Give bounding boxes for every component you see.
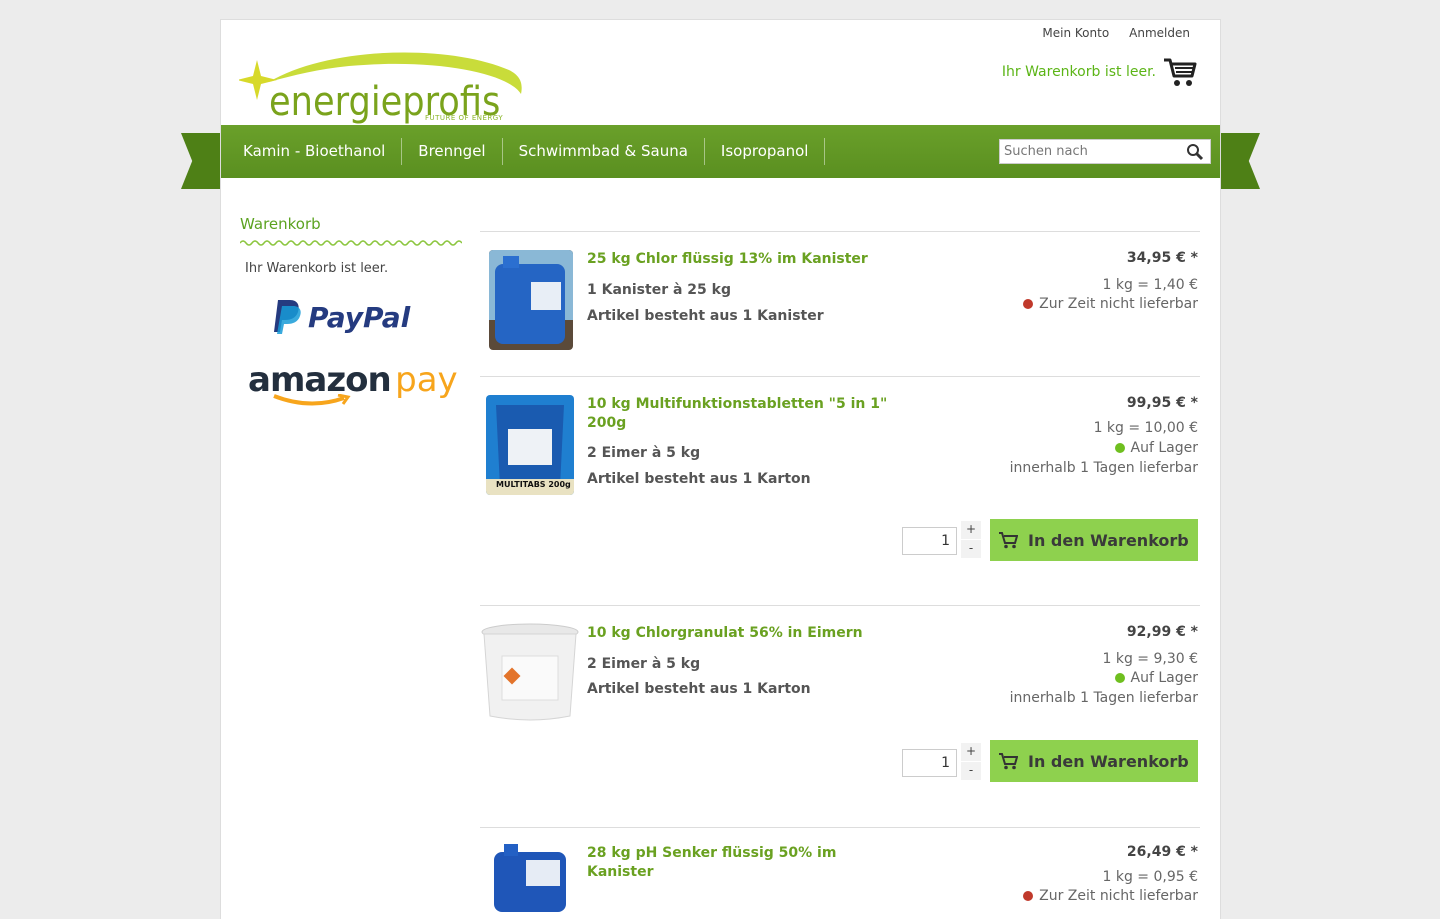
cart-status-text: Ihr Warenkorb ist leer. bbox=[1001, 64, 1156, 80]
product-row: 25 kg Chlor flüssig 13% im Kanister 1 Ka… bbox=[480, 231, 1200, 376]
nav-item-brenngel[interactable]: Brenngel bbox=[402, 138, 503, 165]
canister-icon bbox=[489, 250, 573, 344]
product-price: 26,49 € * bbox=[1126, 844, 1198, 860]
add-to-cart-button[interactable]: In den Warenkorb bbox=[990, 740, 1198, 782]
product-name[interactable]: 10 kg Chlorgranulat 56% in Eimern bbox=[587, 624, 897, 643]
nav-item-isopropanol[interactable]: Isopropanol bbox=[705, 138, 826, 165]
add-to-cart-label: In den Warenkorb bbox=[1028, 530, 1189, 550]
quantity-decrease-button[interactable]: - bbox=[961, 762, 981, 780]
quantity-input[interactable] bbox=[902, 527, 957, 555]
quantity-increase-button[interactable]: + bbox=[961, 521, 981, 539]
search-icon[interactable] bbox=[1186, 143, 1204, 161]
my-account-link[interactable]: Mein Konto bbox=[1042, 26, 1109, 40]
product-row: 10 kg Chlorgranulat 56% in Eimern 2 Eime… bbox=[480, 605, 1200, 827]
availability-text: Zur Zeit nicht lieferbar bbox=[1039, 888, 1198, 904]
product-name[interactable]: 25 kg Chlor flüssig 13% im Kanister bbox=[587, 250, 897, 269]
product-price: 92,99 € * bbox=[1126, 624, 1198, 640]
amazon-smile-icon bbox=[273, 394, 351, 406]
main-navigation: Kamin - Bioethanol Brenngel Schwimmbad &… bbox=[221, 125, 1220, 178]
search-box bbox=[999, 139, 1211, 164]
canister-icon bbox=[490, 842, 570, 912]
availability-text: Auf Lager bbox=[1130, 670, 1198, 686]
shopping-cart-icon[interactable] bbox=[1162, 56, 1198, 88]
product-name[interactable]: 10 kg Multifunktionstabletten "5 in 1" 2… bbox=[587, 395, 897, 433]
quantity-stepper[interactable]: + - bbox=[961, 743, 981, 781]
product-pack: 2 Eimer à 5 kg bbox=[587, 656, 701, 672]
amazon-pay-logo: amazon pay bbox=[248, 360, 462, 410]
top-links: Mein Konto Anmelden bbox=[1042, 26, 1190, 40]
pay-wordmark: pay bbox=[395, 360, 458, 400]
image-caption: MULTITABS 200g bbox=[496, 480, 571, 489]
product-unit-price: 1 kg = 9,30 € bbox=[1102, 651, 1198, 667]
product-image[interactable] bbox=[480, 622, 580, 724]
cart-icon bbox=[999, 753, 1018, 770]
quantity-input[interactable] bbox=[902, 749, 957, 777]
product-availability: Zur Zeit nicht lieferbar bbox=[1023, 888, 1198, 904]
quantity-increase-button[interactable]: + bbox=[961, 743, 981, 761]
product-image[interactable] bbox=[490, 842, 570, 912]
page-container: Mein Konto Anmelden energieprofis FUTURE… bbox=[220, 19, 1221, 919]
wavy-divider bbox=[240, 240, 462, 246]
product-consists: Artikel besteht aus 1 Kanister bbox=[587, 308, 824, 324]
product-list: 25 kg Chlor flüssig 13% im Kanister 1 Ka… bbox=[480, 231, 1200, 912]
quantity-stepper[interactable]: + - bbox=[961, 521, 981, 559]
bucket-icon bbox=[480, 622, 580, 724]
search-input[interactable] bbox=[1000, 140, 1180, 163]
header-cart[interactable]: Ihr Warenkorb ist leer. bbox=[1002, 56, 1198, 88]
product-row: 28 kg pH Senker flüssig 50% im Kanister … bbox=[480, 827, 1200, 912]
status-dot-icon bbox=[1023, 299, 1034, 309]
product-image[interactable]: MULTITABS 200g bbox=[486, 395, 574, 495]
product-pack: 1 Kanister à 25 kg bbox=[587, 282, 731, 298]
availability-text: Auf Lager bbox=[1130, 440, 1198, 456]
product-price: 99,95 € * bbox=[1126, 395, 1198, 411]
delivery-time: innerhalb 1 Tagen lieferbar bbox=[1009, 690, 1198, 706]
sidebar-cart-empty: Ihr Warenkorb ist leer. bbox=[245, 261, 389, 276]
product-unit-price: 1 kg = 10,00 € bbox=[1093, 420, 1198, 436]
quantity-decrease-button[interactable]: - bbox=[961, 540, 981, 558]
product-price: 34,95 € * bbox=[1126, 250, 1198, 266]
paypal-logo: PayPal bbox=[272, 298, 462, 336]
cart-icon bbox=[999, 532, 1018, 549]
product-availability: Zur Zeit nicht lieferbar bbox=[1023, 296, 1198, 312]
nav-ribbon-left bbox=[181, 133, 221, 189]
add-to-cart-label: In den Warenkorb bbox=[1028, 751, 1189, 771]
product-availability: Auf Lager bbox=[1114, 670, 1198, 686]
paypal-icon bbox=[274, 300, 301, 334]
product-consists: Artikel besteht aus 1 Karton bbox=[587, 681, 811, 697]
logo[interactable]: energieprofis FUTURE OF ENERGY bbox=[239, 48, 529, 128]
product-availability: Auf Lager bbox=[1114, 440, 1198, 456]
nav-item-schwimmbad-sauna[interactable]: Schwimmbad & Sauna bbox=[503, 138, 705, 165]
product-consists: Artikel besteht aus 1 Karton bbox=[587, 471, 811, 487]
product-pack: 2 Eimer à 5 kg bbox=[587, 445, 701, 461]
availability-text: Zur Zeit nicht lieferbar bbox=[1039, 296, 1198, 312]
product-name[interactable]: 28 kg pH Senker flüssig 50% im Kanister bbox=[587, 844, 897, 882]
logo-tagline: FUTURE OF ENERGY bbox=[425, 114, 504, 122]
sidebar-cart-title: Warenkorb bbox=[240, 215, 321, 233]
product-unit-price: 1 kg = 1,40 € bbox=[1102, 277, 1198, 293]
nav-item-kamin-bioethanol[interactable]: Kamin - Bioethanol bbox=[221, 138, 403, 165]
sidebar: Warenkorb Ihr Warenkorb ist leer. PayPal… bbox=[240, 215, 462, 410]
delivery-time: innerhalb 1 Tagen lieferbar bbox=[1009, 460, 1198, 476]
paypal-wordmark: PayPal bbox=[308, 300, 411, 334]
product-unit-price: 1 kg = 0,95 € bbox=[1102, 869, 1198, 885]
login-link[interactable]: Anmelden bbox=[1129, 26, 1190, 40]
product-image[interactable] bbox=[489, 250, 573, 350]
add-to-cart-button[interactable]: In den Warenkorb bbox=[990, 519, 1198, 561]
product-row: MULTITABS 200g 10 kg Multifunktionstable… bbox=[480, 376, 1200, 605]
nav-ribbon-right bbox=[1220, 133, 1260, 189]
status-dot-icon bbox=[1114, 673, 1125, 683]
status-dot-icon bbox=[1114, 443, 1125, 453]
